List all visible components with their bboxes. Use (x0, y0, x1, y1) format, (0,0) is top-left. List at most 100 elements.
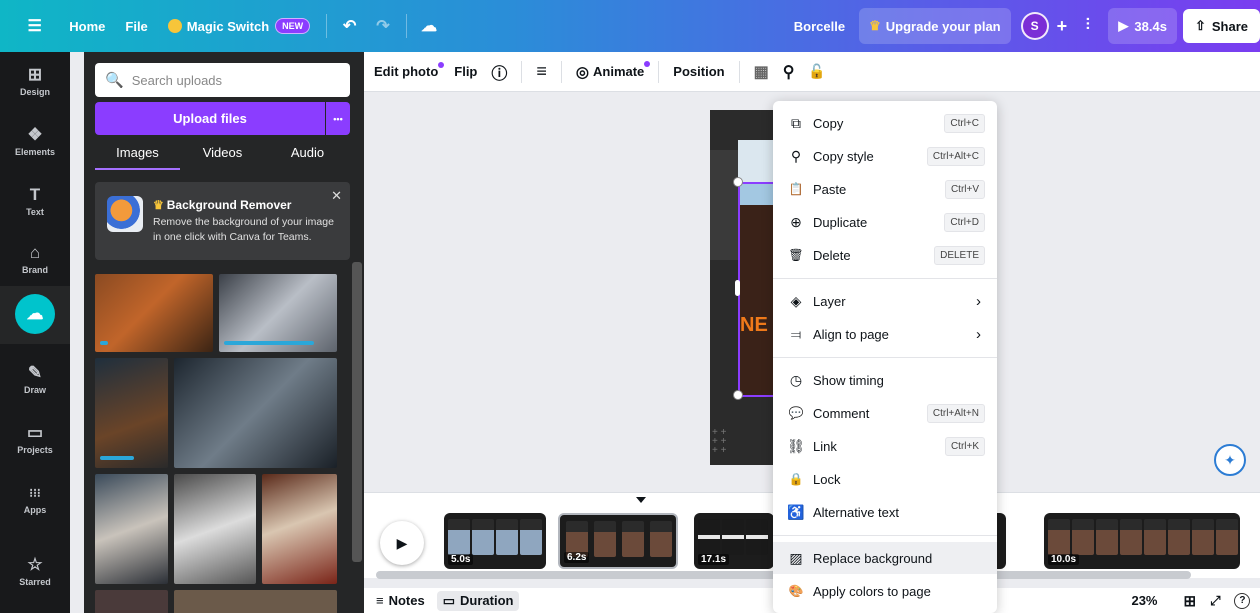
rail-item-elements[interactable]: ❖ Elements (0, 112, 70, 170)
menu-item-duplicate[interactable]: ⊕ Duplicate Ctrl+D (773, 206, 997, 238)
rail-item-starred[interactable]: ☆ Starred (0, 542, 70, 600)
menu-label: Layer (813, 293, 846, 309)
close-icon[interactable]: ✕ (331, 188, 342, 204)
clip-frame (520, 519, 542, 555)
menu-label: Alternative text (813, 504, 899, 520)
menu-item-copy-style[interactable]: ⚲ Copy style Ctrl+Alt+C (773, 140, 997, 172)
tab-videos[interactable]: Videos (180, 140, 265, 170)
fullscreen-icon[interactable]: ⤢ (1210, 593, 1220, 609)
tab-images[interactable]: Images (95, 140, 180, 170)
divider (405, 14, 407, 38)
menu-item-layer[interactable]: ◈ Layer › (773, 285, 997, 317)
avatar[interactable]: S (1020, 12, 1049, 40)
menu-item-replace-background[interactable]: ▨ Replace background (773, 542, 997, 574)
menu-item-align-to-page[interactable]: ⫤ Align to page › (773, 318, 997, 350)
grid-view-icon[interactable]: ⊞ (1184, 592, 1197, 610)
undo-icon[interactable]: ↶ (333, 8, 366, 44)
rail-item-text[interactable]: T Text (0, 172, 70, 230)
background-remover-promo[interactable]: ♛ Background Remover Remove the backgroun… (95, 182, 350, 260)
timeline-clip[interactable]: 5.0s (444, 513, 546, 569)
panel-scrollbar[interactable] (352, 262, 362, 562)
tab-audio[interactable]: Audio (265, 140, 350, 170)
menu-item-paste[interactable]: 📋 Paste Ctrl+V (773, 173, 997, 205)
menu-item-apply-colors[interactable]: 🎨 Apply colors to page (773, 575, 997, 607)
zoom-level[interactable]: 23% (1131, 593, 1157, 608)
project-name[interactable]: Borcelle (784, 8, 855, 44)
promo-title: ♛ Background Remover (153, 198, 291, 212)
info-icon[interactable]: ⓘ (491, 60, 507, 84)
magic-switch-button[interactable]: Magic Switch NEW (158, 8, 320, 44)
shortcut-badge: Ctrl+K (944, 436, 985, 456)
new-dot-badge (438, 62, 445, 68)
cloud-save-icon[interactable]: ☁ (413, 8, 446, 44)
upload-thumbnail[interactable] (174, 358, 337, 468)
position-button[interactable]: Position (673, 64, 724, 79)
edit-photo-button[interactable]: Edit photo (374, 62, 445, 79)
upload-thumbnail[interactable] (174, 474, 256, 584)
transparency-icon[interactable]: ▦ (754, 62, 769, 82)
rail-item-uploads[interactable]: ☁ (0, 286, 70, 344)
clip-frame (1168, 519, 1190, 555)
new-badge: NEW (275, 18, 311, 34)
upload-more-button[interactable]: ••• (326, 102, 350, 135)
share-button[interactable]: ⇧ Share (1182, 9, 1260, 43)
timeline-clip[interactable]: 17.1s (694, 513, 774, 569)
help-icon[interactable]: ? (1234, 592, 1251, 609)
menu-item-link[interactable]: ⛓ Link Ctrl+K (773, 430, 997, 462)
analytics-icon[interactable]: ⫶ (1071, 8, 1104, 44)
resize-handle[interactable] (733, 390, 743, 400)
apps-grid-icon: ⁝⁝⁝ (29, 486, 41, 500)
add-collaborator-icon[interactable]: + (1057, 16, 1068, 37)
upload-thumbnail[interactable] (262, 474, 337, 584)
upload-files-button[interactable]: Upload files (95, 102, 325, 135)
clip-frame (1192, 519, 1214, 555)
copy-style-icon[interactable]: ⚲ (783, 62, 795, 82)
notes-button[interactable]: ≡ Notes (376, 593, 425, 608)
upload-icon: ☁ (15, 294, 55, 334)
rail-item-apps[interactable]: ⁝⁝⁝ Apps (0, 470, 70, 528)
lines-icon[interactable]: ≡ (536, 61, 547, 82)
animate-button[interactable]: ◎ Animate (576, 60, 651, 81)
rail-label: Apps (23, 505, 47, 515)
menu-item-delete[interactable]: 🗑 Delete DELETE (773, 239, 997, 271)
upload-thumbnail[interactable] (95, 590, 168, 613)
menu-icon[interactable]: ☰ (18, 8, 51, 44)
file-menu-button[interactable]: File (115, 8, 157, 44)
upload-thumbnail[interactable] (174, 590, 337, 613)
menu-item-comment[interactable]: 💬 Comment Ctrl+Alt+N (773, 397, 997, 429)
shortcut-badge: Ctrl+Alt+N (926, 403, 985, 423)
clip-frame (1216, 519, 1238, 555)
present-button[interactable]: ▶ 38.4s (1108, 8, 1177, 44)
upload-thumbnail[interactable] (95, 358, 168, 468)
shortcut-badge: Ctrl+V (944, 179, 985, 199)
timeline-clip[interactable]: 10.0s (1044, 513, 1240, 569)
menu-label: Link (813, 438, 837, 454)
rail-item-design[interactable]: ⊞ Design (0, 52, 70, 110)
menu-item-alternative-text[interactable]: ♿ Alternative text (773, 496, 997, 528)
rail-label: Design (19, 87, 50, 97)
duration-button[interactable]: ▭ Duration (436, 590, 520, 611)
magic-assistant-icon[interactable]: ✦ (1214, 444, 1246, 476)
home-button[interactable]: Home (59, 8, 115, 44)
search-input[interactable]: 🔍 Search uploads (95, 63, 350, 97)
flip-button[interactable]: Flip (454, 64, 477, 79)
menu-item-copy[interactable]: ⧉ Copy Ctrl+C (773, 107, 997, 139)
rail-label: Brand (21, 265, 48, 275)
rail-item-projects[interactable]: ▭ Projects (0, 410, 70, 468)
lock-icon[interactable]: 🔓 (808, 63, 825, 80)
redo-icon[interactable]: ↷ (366, 8, 399, 44)
rail-item-brand[interactable]: ⌂ Brand (0, 230, 70, 288)
rail-item-draw[interactable]: ✎ Draw (0, 350, 70, 408)
menu-item-lock[interactable]: 🔒 Lock (773, 463, 997, 495)
resize-handle[interactable] (733, 177, 743, 187)
upgrade-plan-button[interactable]: ♛ Upgrade your plan (859, 8, 1011, 44)
menu-divider (773, 278, 997, 279)
resize-handle[interactable] (735, 280, 740, 296)
timeline-clip-selected[interactable]: 6.2s (558, 513, 678, 569)
timeline-play-button[interactable]: ▶ (380, 521, 424, 565)
upload-thumbnail[interactable] (95, 474, 168, 584)
menu-item-show-timing[interactable]: ◷ Show timing (773, 364, 997, 396)
upgrade-label: Upgrade your plan (885, 18, 1001, 34)
playhead-marker[interactable] (636, 497, 646, 503)
upload-thumbnail[interactable] (95, 274, 213, 352)
